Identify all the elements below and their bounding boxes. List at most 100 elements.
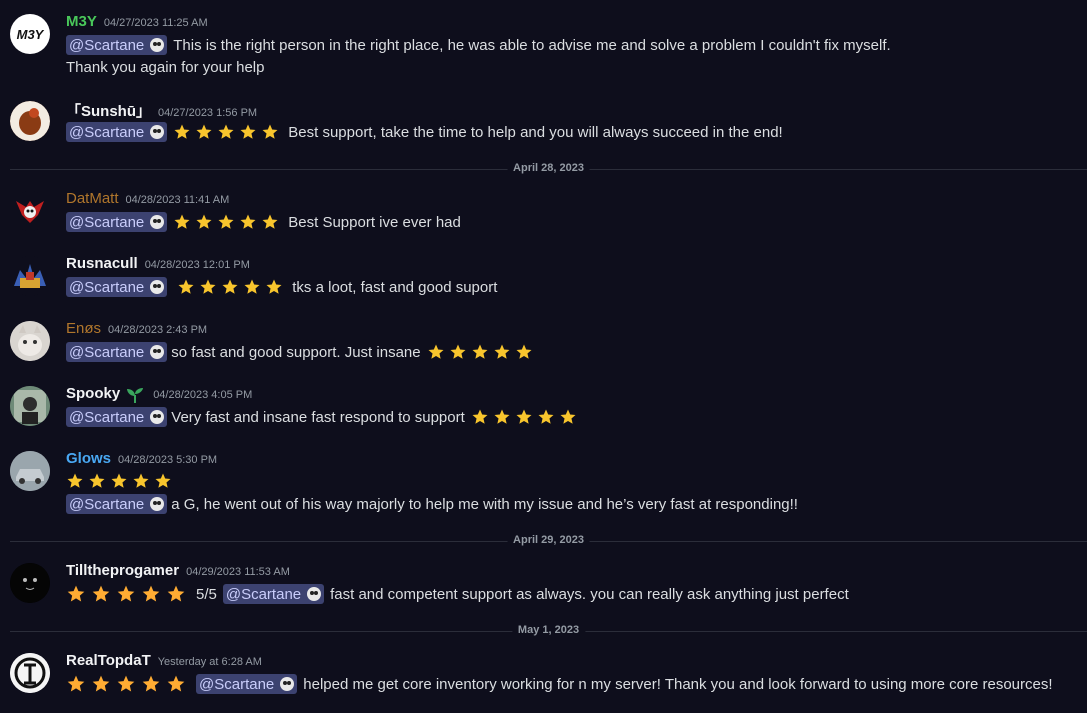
star-icon: [117, 585, 135, 602]
timestamp: 04/28/2023 4:05 PM: [153, 389, 253, 401]
username[interactable]: M3Y: [66, 13, 97, 30]
username[interactable]: Spooky: [66, 385, 120, 402]
star-icon: [89, 473, 105, 488]
star-rating: [177, 278, 287, 296]
user-mention[interactable]: @Scartane: [222, 584, 325, 604]
star-icon: [67, 585, 85, 602]
star-rating: [471, 408, 581, 426]
avatar-image: [10, 321, 50, 361]
username[interactable]: Tilltheprogamer: [66, 562, 179, 579]
message-text: Best support, take the time to help and …: [288, 123, 783, 141]
username[interactable]: DatMatt: [66, 190, 119, 207]
avatar[interactable]: [10, 653, 50, 693]
star-icon: [428, 344, 444, 359]
message-text: a G, he went out of his way majorly to h…: [171, 495, 798, 513]
panda-icon: [150, 280, 165, 294]
timestamp: 04/27/2023 1:56 PM: [158, 107, 258, 119]
message-text: This is the right person in the right pl…: [173, 36, 891, 54]
avatar-image: [10, 451, 50, 491]
star-icon: [262, 124, 278, 139]
user-mention[interactable]: @Scartane: [66, 212, 168, 232]
star-icon: [472, 344, 488, 359]
star-icon: [516, 409, 532, 424]
message-text: helped me get core inventory working for…: [303, 675, 1053, 693]
avatar[interactable]: [10, 563, 50, 603]
message-text: fast and competent support as always. yo…: [330, 585, 849, 603]
panda-icon: [150, 38, 165, 52]
username[interactable]: Glows: [66, 450, 111, 467]
avatar[interactable]: [10, 191, 50, 231]
username[interactable]: Enøs: [66, 320, 101, 337]
star-icon: [222, 279, 238, 294]
message-text: tks a loot, fast and good suport: [292, 278, 498, 296]
user-mention[interactable]: @Scartane: [66, 35, 168, 55]
timestamp: 04/28/2023 12:01 PM: [144, 259, 250, 271]
avatar[interactable]: [10, 101, 50, 141]
avatar-image: [10, 386, 50, 426]
message-text: Very fast and insane fast respond to sup…: [171, 408, 465, 426]
avatar[interactable]: [10, 321, 50, 361]
star-icon: [472, 409, 488, 424]
star-icon: [516, 344, 532, 359]
avatar[interactable]: [10, 256, 50, 296]
star-icon: [133, 473, 149, 488]
username[interactable]: RealTopdaT: [66, 652, 151, 669]
star-icon: [494, 409, 510, 424]
star-icon: [174, 124, 190, 139]
avatar-image: [10, 653, 50, 693]
seedling-icon: [127, 388, 144, 403]
message-text: Best Support ive ever had: [288, 213, 461, 231]
avatar[interactable]: [10, 451, 50, 491]
star-icon: [262, 214, 278, 229]
star-icon: [167, 585, 185, 602]
timestamp: 04/28/2023 5:30 PM: [118, 454, 218, 466]
star-icon: [178, 279, 194, 294]
star-icon: [218, 124, 234, 139]
star-icon: [218, 214, 234, 229]
user-mention[interactable]: @Scartane: [66, 494, 168, 514]
star-rating: [66, 584, 191, 604]
message-text: Thank you again for your help: [66, 58, 265, 76]
panda-icon: [150, 345, 165, 359]
panda-icon: [307, 587, 322, 601]
star-icon: [67, 675, 85, 692]
star-icon: [196, 124, 212, 139]
date-divider: April 29, 2023: [10, 534, 1087, 546]
timestamp: 04/27/2023 11:25 AM: [103, 17, 208, 29]
star-rating: [173, 213, 283, 231]
star-icon: [240, 214, 256, 229]
date-divider-label: May 1, 2023: [511, 624, 586, 636]
timestamp: 04/28/2023 11:41 AM: [125, 194, 230, 206]
star-icon: [142, 675, 160, 692]
panda-icon: [150, 125, 165, 139]
panda-icon: [150, 410, 165, 424]
user-mention[interactable]: @Scartane: [66, 122, 168, 142]
username[interactable]: Rusnacull: [66, 255, 138, 272]
timestamp: 04/29/2023 11:53 AM: [186, 566, 290, 578]
star-icon: [142, 585, 160, 602]
user-mention[interactable]: @Scartane: [66, 407, 168, 427]
star-icon: [117, 675, 135, 692]
date-divider: May 1, 2023: [10, 624, 1087, 636]
star-icon: [111, 473, 127, 488]
timestamp: Yesterday at 6:28 AM: [157, 656, 262, 668]
timestamp: 04/28/2023 2:43 PM: [108, 324, 208, 336]
avatar[interactable]: M3Y: [10, 14, 50, 54]
user-mention[interactable]: @Scartane: [66, 342, 168, 362]
user-mention[interactable]: @Scartane: [196, 674, 298, 694]
star-icon: [67, 473, 83, 488]
username[interactable]: 「Sunshū」: [66, 100, 151, 121]
avatar[interactable]: [10, 386, 50, 426]
star-icon: [167, 675, 185, 692]
avatar-image: [16, 201, 44, 223]
avatar-image: [10, 101, 50, 141]
date-divider-label: April 29, 2023: [507, 534, 590, 546]
star-icon: [494, 344, 510, 359]
user-mention[interactable]: @Scartane: [66, 277, 168, 297]
star-rating: [173, 123, 283, 141]
star-icon: [196, 214, 212, 229]
panda-icon: [150, 497, 165, 511]
star-icon: [244, 279, 260, 294]
star-icon: [538, 409, 554, 424]
star-rating: [427, 343, 537, 361]
